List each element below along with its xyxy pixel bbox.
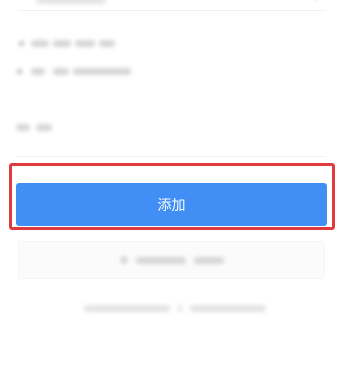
blurred-field-label [16,124,52,131]
add-button[interactable]: 添加 [16,183,327,226]
add-account-screen: ▾ 添加 [0,0,344,372]
footer-links [84,305,266,312]
blurred-dot-icon [16,68,23,75]
blurred-dot-icon [18,40,25,47]
footer-link-blurred[interactable] [84,305,170,312]
chevron-down-icon: ▾ [314,0,324,3]
divider [16,156,326,157]
top-field-text-blurred [36,0,106,4]
blurred-icon [119,256,128,264]
blurred-row-1 [18,40,115,47]
secondary-button[interactable] [18,241,325,279]
blurred-row-2 [16,68,131,75]
top-field[interactable]: ▾ [18,0,326,11]
footer-link-blurred[interactable] [190,305,266,312]
